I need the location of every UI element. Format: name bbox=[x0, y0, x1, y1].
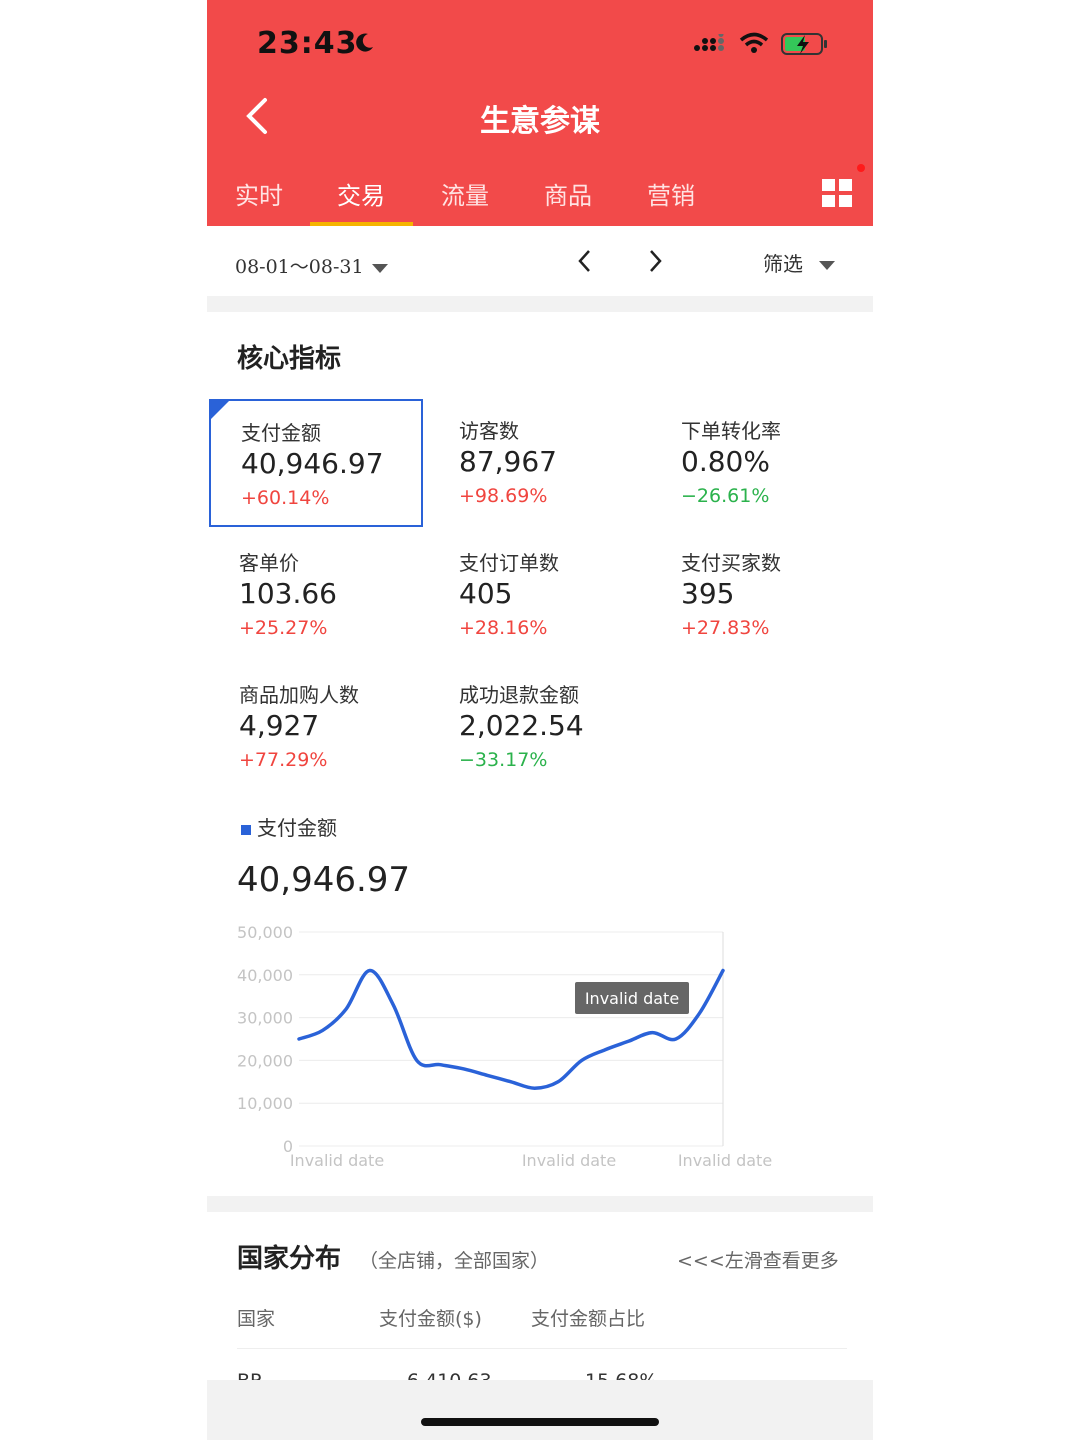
table-cell: BR bbox=[237, 1370, 263, 1380]
legend-label: 支付金额 bbox=[257, 816, 337, 840]
metric-label: 商品加购人数 bbox=[239, 683, 359, 707]
home-indicator[interactable] bbox=[421, 1418, 659, 1426]
metric-change: −33.17% bbox=[459, 749, 548, 771]
metric-value: 103.66 bbox=[239, 577, 337, 610]
metric-value: 4,927 bbox=[239, 709, 320, 742]
tab-traffic[interactable]: 流量 bbox=[441, 176, 489, 211]
swipe-hint[interactable]: <<<左滑查看更多 bbox=[677, 1246, 839, 1273]
signal-icon bbox=[694, 34, 724, 51]
chart-legend: 支付金额 bbox=[241, 812, 337, 841]
filter-label: 筛选 bbox=[763, 252, 803, 276]
status-time: 23:43 bbox=[257, 26, 358, 61]
x-tick-label: Invalid date bbox=[290, 1151, 384, 1170]
core-metrics-card: 核心指标 支付金额 40,946.97 +60.14% 访客数 87,967 +… bbox=[207, 312, 873, 1196]
grid-menu-icon[interactable] bbox=[821, 178, 853, 208]
tab-trade[interactable]: 交易 bbox=[337, 176, 385, 211]
metric-change: −26.61% bbox=[681, 485, 770, 507]
metric-paying-buyers[interactable]: 支付买家数 395 +27.83% bbox=[651, 531, 861, 655]
metric-change: +28.16% bbox=[459, 617, 548, 639]
metric-value: 2,022.54 bbox=[459, 709, 584, 742]
wifi-icon bbox=[739, 32, 769, 53]
prev-period-icon[interactable] bbox=[575, 248, 595, 274]
app-header: 23:43 生意参谋 实时 交易 流量 商品 营销 bbox=[207, 0, 873, 226]
x-tick-label: Invalid date bbox=[678, 1151, 772, 1170]
y-tick-label: 40,000 bbox=[237, 966, 293, 985]
country-distribution-card: 国家分布 （全店铺，全部国家） <<<左滑查看更多 国家 支付金额($) 支付金… bbox=[207, 1212, 873, 1380]
battery-icon bbox=[781, 33, 827, 55]
metric-refund-amount[interactable]: 成功退款金额 2,022.54 −33.17% bbox=[429, 663, 639, 787]
metric-label: 下单转化率 bbox=[681, 419, 781, 443]
metric-label: 支付金额 bbox=[241, 421, 321, 445]
y-tick-label: 50,000 bbox=[237, 923, 293, 942]
legend-swatch bbox=[241, 824, 251, 835]
notification-dot bbox=[857, 164, 865, 172]
metric-value: 40,946.97 bbox=[241, 447, 384, 480]
pay-amount-line-chart[interactable]: 50,00040,00030,00020,00010,0000Invalid d… bbox=[207, 918, 873, 1188]
metric-add-to-cart-users[interactable]: 商品加购人数 4,927 +77.29% bbox=[209, 663, 419, 787]
metric-change: +98.69% bbox=[459, 485, 548, 507]
metric-value: 405 bbox=[459, 577, 513, 610]
metric-conversion-rate[interactable]: 下单转化率 0.80% −26.61% bbox=[651, 399, 861, 523]
metric-avg-order-value[interactable]: 客单价 103.66 +25.27% bbox=[209, 531, 419, 655]
metric-label: 支付买家数 bbox=[681, 551, 781, 575]
metric-label: 客单价 bbox=[239, 551, 299, 575]
metric-change: +27.83% bbox=[681, 617, 770, 639]
divider bbox=[237, 1348, 847, 1349]
tab-bar: 实时 交易 流量 商品 营销 bbox=[207, 156, 873, 226]
metric-change: +25.27% bbox=[239, 617, 328, 639]
filter-bar: 08-01～08-31 筛选 bbox=[207, 226, 873, 296]
page-title: 生意参谋 bbox=[480, 104, 600, 139]
tab-products[interactable]: 商品 bbox=[544, 176, 592, 211]
tab-realtime[interactable]: 实时 bbox=[235, 176, 283, 211]
metric-change: +60.14% bbox=[241, 487, 330, 509]
column-header: 支付金额($) bbox=[379, 1308, 482, 1330]
chevron-down-icon bbox=[371, 263, 388, 273]
section-title: 国家分布 bbox=[237, 1244, 342, 1274]
chevron-down-icon bbox=[819, 261, 835, 270]
metric-visitors[interactable]: 访客数 87,967 +98.69% bbox=[429, 399, 639, 523]
metric-value: 395 bbox=[681, 577, 735, 610]
date-range-selector[interactable]: 08-01～08-31 bbox=[235, 252, 388, 279]
metric-paid-orders[interactable]: 支付订单数 405 +28.16% bbox=[429, 531, 639, 655]
tooltip-text: Invalid date bbox=[585, 989, 679, 1008]
metric-label: 支付订单数 bbox=[459, 551, 559, 575]
date-range-text: 08-01～08-31 bbox=[235, 256, 364, 278]
column-header: 国家 bbox=[237, 1308, 276, 1330]
next-period-icon[interactable] bbox=[645, 248, 665, 274]
metric-value: 87,967 bbox=[459, 445, 557, 478]
moon-icon bbox=[356, 33, 373, 52]
filter-button[interactable]: 筛选 bbox=[763, 248, 835, 277]
section-subtitle: （全店铺，全部国家） bbox=[359, 1250, 550, 1272]
metric-label: 成功退款金额 bbox=[459, 683, 579, 707]
metric-label: 访客数 bbox=[459, 419, 519, 443]
metric-value: 0.80% bbox=[681, 445, 770, 478]
metric-change: +77.29% bbox=[239, 749, 328, 771]
tab-marketing[interactable]: 营销 bbox=[647, 176, 695, 211]
selected-corner-marker bbox=[211, 401, 229, 419]
table-cell: 15.68% bbox=[585, 1370, 657, 1380]
table-cell: 6,410.63 bbox=[407, 1370, 492, 1380]
y-tick-label: 20,000 bbox=[237, 1051, 293, 1070]
phone-screen: 23:43 生意参谋 实时 交易 流量 商品 营销 08-01～08-31 筛选… bbox=[207, 0, 873, 1440]
y-tick-label: 30,000 bbox=[237, 1009, 293, 1028]
y-tick-label: 10,000 bbox=[237, 1094, 293, 1113]
chart-total-value: 40,946.97 bbox=[237, 860, 411, 900]
metric-pay-amount[interactable]: 支付金额 40,946.97 +60.14% bbox=[209, 399, 423, 527]
column-header: 支付金额占比 bbox=[531, 1308, 646, 1330]
section-title: 核心指标 bbox=[237, 344, 342, 374]
x-tick-label: Invalid date bbox=[522, 1151, 616, 1170]
